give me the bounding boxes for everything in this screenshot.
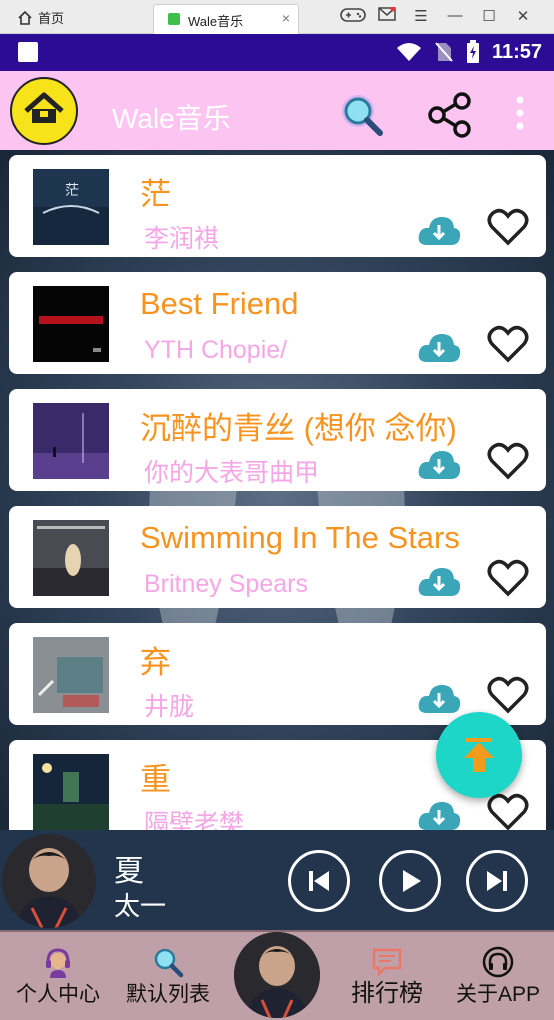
mini-player: 夏 太一 bbox=[0, 830, 554, 930]
scroll-to-top-button[interactable] bbox=[436, 712, 522, 798]
bottom-navigation: 个人中心 默认列表 排行榜 关于APP bbox=[0, 930, 554, 1020]
song-item[interactable]: Swimming In The Stars Britney Spears bbox=[9, 506, 546, 608]
previous-button[interactable] bbox=[288, 850, 350, 912]
emulator-tab-bar: 首页 Wale音乐 × ☰ — ☐ ✕ bbox=[0, 0, 554, 34]
search-icon bbox=[342, 95, 383, 136]
tab-close-icon[interactable]: × bbox=[282, 10, 290, 26]
cloud-download-icon[interactable] bbox=[417, 679, 461, 715]
song-title: 重 bbox=[140, 762, 171, 797]
share-icon bbox=[428, 92, 471, 138]
app-favicon-icon bbox=[168, 13, 180, 25]
battery-icon bbox=[466, 40, 479, 63]
song-title: 沉醉的青丝 (想你 念你) bbox=[140, 411, 457, 446]
nav-label: 个人中心 bbox=[16, 983, 100, 1006]
play-button[interactable] bbox=[379, 850, 441, 912]
song-title: 茫 bbox=[140, 177, 171, 212]
gamepad-icon[interactable] bbox=[336, 7, 370, 27]
song-artist: YTH Chopie/ bbox=[144, 336, 288, 364]
song-artist: Britney Spears bbox=[144, 570, 308, 598]
heart-icon[interactable] bbox=[487, 207, 529, 247]
nav-about-app[interactable]: 关于APP bbox=[446, 932, 550, 1020]
now-playing-avatar[interactable] bbox=[2, 834, 96, 928]
album-cover bbox=[33, 754, 109, 830]
next-button[interactable] bbox=[466, 850, 528, 912]
home-icon bbox=[18, 10, 32, 25]
svg-text:茫: 茫 bbox=[65, 183, 79, 199]
heart-icon[interactable] bbox=[487, 324, 529, 364]
window-close-icon[interactable]: ✕ bbox=[506, 7, 540, 27]
minimize-icon[interactable]: — bbox=[438, 7, 472, 27]
wifi-icon bbox=[396, 43, 421, 61]
mail-icon[interactable] bbox=[370, 6, 404, 27]
status-time: 11:57 bbox=[491, 40, 542, 63]
song-artist: 隔壁老樊 bbox=[144, 810, 245, 830]
app-bar: Wale音乐 bbox=[0, 71, 554, 150]
window-controls: ☰ — ☐ ✕ bbox=[336, 6, 540, 27]
menu-icon[interactable]: ☰ bbox=[404, 7, 438, 27]
song-title: Best Friend bbox=[140, 286, 299, 321]
headphones-icon bbox=[482, 946, 514, 978]
play-icon bbox=[403, 870, 421, 892]
home-tab-label: 首页 bbox=[38, 11, 65, 26]
album-cover bbox=[33, 286, 109, 362]
nav-label: 排行榜 bbox=[351, 980, 423, 1007]
cloud-download-icon[interactable] bbox=[417, 562, 461, 598]
song-item[interactable]: 茫 茫 李润祺 bbox=[9, 155, 546, 257]
notification-square-icon bbox=[18, 42, 38, 62]
song-item[interactable]: 沉醉的青丝 (想你 念你) 你的大表哥曲甲 bbox=[9, 389, 546, 491]
no-sim-icon bbox=[435, 42, 453, 62]
home-button[interactable] bbox=[10, 77, 78, 145]
nav-ranking[interactable]: 排行榜 bbox=[334, 932, 440, 1020]
song-title: Swimming In The Stars bbox=[140, 520, 460, 555]
status-bar: 11:57 bbox=[0, 34, 554, 71]
house-icon bbox=[24, 92, 64, 123]
now-playing-artist: 太一 bbox=[114, 891, 167, 921]
skip-next-icon bbox=[487, 871, 507, 891]
song-item[interactable]: Best Friend YTH Chopie/ bbox=[9, 272, 546, 374]
album-cover bbox=[33, 637, 109, 713]
nav-default-list[interactable]: 默认列表 bbox=[116, 932, 220, 1020]
app-title: Wale音乐 bbox=[112, 103, 231, 134]
heart-icon[interactable] bbox=[487, 675, 529, 715]
album-cover bbox=[33, 520, 109, 596]
active-tab-label: Wale音乐 bbox=[188, 14, 244, 29]
nav-label: 关于APP bbox=[455, 983, 541, 1006]
search-icon bbox=[154, 948, 184, 978]
active-tab[interactable]: Wale音乐 × bbox=[153, 4, 299, 34]
more-options-button[interactable] bbox=[512, 95, 528, 131]
search-button[interactable] bbox=[340, 93, 384, 137]
nav-label: 默认列表 bbox=[126, 983, 210, 1006]
heart-icon[interactable] bbox=[487, 441, 529, 481]
song-artist: 你的大表哥曲甲 bbox=[144, 459, 320, 487]
maximize-icon[interactable]: ☐ bbox=[472, 7, 506, 27]
headset-person-icon bbox=[46, 948, 70, 978]
share-button[interactable] bbox=[426, 91, 474, 139]
cloud-download-icon[interactable] bbox=[417, 796, 461, 830]
song-item[interactable]: 弃 井胧 bbox=[9, 623, 546, 725]
cloud-download-icon[interactable] bbox=[417, 211, 461, 247]
more-vertical-icon bbox=[516, 96, 524, 130]
album-cover: 茫 bbox=[33, 169, 109, 245]
skip-previous-icon bbox=[309, 871, 329, 891]
nav-center-avatar[interactable] bbox=[234, 932, 320, 1018]
nav-personal-center[interactable]: 个人中心 bbox=[6, 932, 110, 1020]
heart-icon[interactable] bbox=[487, 558, 529, 598]
cloud-download-icon[interactable] bbox=[417, 328, 461, 364]
album-cover bbox=[33, 403, 109, 479]
home-tab[interactable]: 首页 bbox=[18, 8, 64, 27]
now-playing-title: 夏 bbox=[114, 855, 144, 888]
song-title: 弃 bbox=[140, 645, 171, 680]
cloud-download-icon[interactable] bbox=[417, 445, 461, 481]
song-artist: 井胧 bbox=[144, 693, 195, 721]
song-artist: 李润祺 bbox=[144, 225, 220, 253]
arrow-up-icon bbox=[464, 738, 494, 772]
